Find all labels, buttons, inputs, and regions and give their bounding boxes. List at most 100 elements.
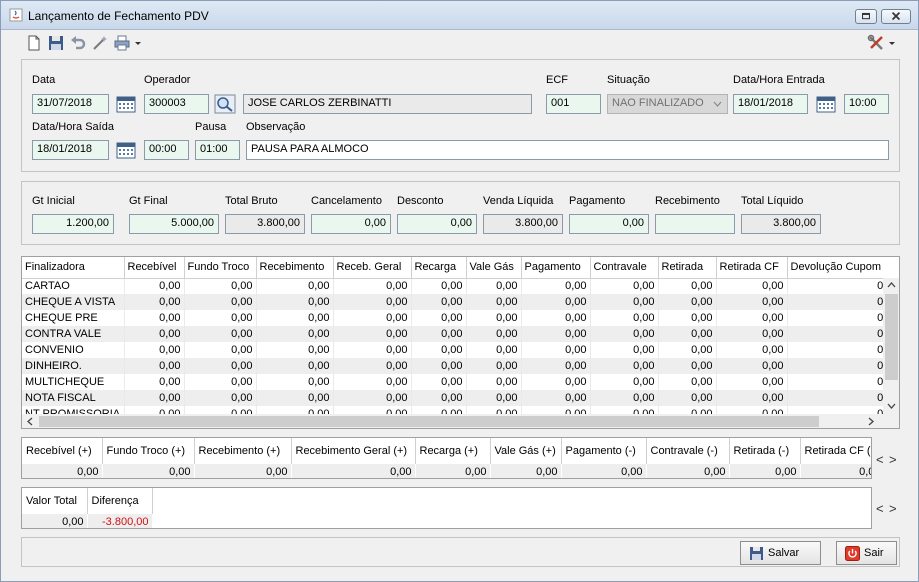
value-cell[interactable]: 0,00 — [466, 390, 522, 406]
value-cell[interactable]: 0,00 — [466, 374, 522, 390]
restore-button[interactable] — [855, 9, 877, 24]
value-cell[interactable]: 0,00 — [590, 310, 659, 326]
finalizadora-cell[interactable]: CHEQUE PRE — [22, 310, 125, 326]
pagamento-field[interactable]: 0,00 — [569, 214, 649, 234]
grid-column-header[interactable]: Fundo Troco — [184, 257, 257, 279]
table-row[interactable]: MULTICHEQUE 0,00 0,00 0,00 0,00 0,00 0,00 0,00 0… — [22, 374, 899, 390]
value-cell[interactable]: 0,00 — [411, 326, 467, 342]
tools-chevron-down-icon[interactable] — [887, 34, 897, 52]
table-row[interactable]: CONVENIO 0,00 0,00 0,00 0,00 0,00 0,00 0,00 0,00… — [22, 342, 899, 358]
chevron-left-icon[interactable] — [27, 417, 33, 426]
value-cell[interactable]: 0,00 — [658, 278, 717, 294]
value-cell[interactable]: 0,00 — [256, 374, 334, 390]
cancelamento-field[interactable]: 0,00 — [311, 214, 391, 234]
value-cell[interactable]: 0,00 — [124, 326, 185, 342]
value-cell[interactable]: 0,00 — [256, 358, 334, 374]
calendar-icon[interactable] — [115, 94, 137, 114]
finalizadora-cell[interactable]: CONVENIO — [22, 342, 125, 358]
close-button[interactable] — [881, 9, 911, 24]
value-cell[interactable]: 0,00 — [184, 374, 257, 390]
value-cell[interactable]: 0,00 — [184, 310, 257, 326]
value-cell[interactable]: 0,00 — [658, 326, 717, 342]
value-cell[interactable]: 0,00 — [411, 342, 467, 358]
value-cell[interactable]: 0,00 — [658, 390, 717, 406]
magic-wand-icon[interactable] — [91, 34, 109, 52]
value-cell[interactable]: 0,00 — [716, 374, 788, 390]
value-cell[interactable]: 0,00 — [521, 342, 591, 358]
result-next-button[interactable]: > — [889, 501, 897, 516]
value-cell[interactable]: 0,00 — [333, 358, 412, 374]
finalizadora-cell[interactable]: MULTICHEQUE — [22, 374, 125, 390]
finalizadora-cell[interactable]: DINHEIRO. — [22, 358, 125, 374]
table-row[interactable]: CHEQUE A VISTA 0,00 0,00 0,00 0,00 0,00 0,00 0,… — [22, 294, 899, 310]
value-cell[interactable]: 0,00 — [256, 294, 334, 310]
value-cell[interactable]: 0,00 — [521, 390, 591, 406]
table-row[interactable]: CONTRA VALE 0,00 0,00 0,00 0,00 0,00 0,00 0,00 0… — [22, 326, 899, 342]
value-cell[interactable]: 0,00 — [521, 374, 591, 390]
print-icon[interactable] — [113, 34, 131, 52]
pausa-field[interactable]: 01:00 — [195, 140, 240, 160]
salvar-button[interactable]: Salvar — [740, 541, 821, 565]
grid-column-header[interactable]: Contravale — [590, 257, 659, 279]
grid-column-header[interactable]: Pagamento — [521, 257, 591, 279]
chevron-down-icon[interactable] — [133, 34, 143, 52]
value-cell[interactable]: 0,00 — [590, 358, 659, 374]
entrada-date-field[interactable]: 18/01/2018 — [733, 94, 808, 114]
value-cell[interactable]: 0,00 — [411, 390, 467, 406]
table-row[interactable]: NOTA FISCAL 0,00 0,00 0,00 0,00 0,00 0,00 0,00 0… — [22, 390, 899, 406]
value-cell[interactable]: 0,00 — [333, 374, 412, 390]
grid-column-header[interactable]: Devolução Cupom — [787, 257, 899, 279]
value-cell[interactable]: 0,00 — [184, 326, 257, 342]
desconto-field[interactable]: 0,00 — [397, 214, 477, 234]
value-cell[interactable]: 0,00 — [256, 390, 334, 406]
chevron-down-icon[interactable] — [887, 403, 896, 409]
value-cell[interactable]: 0,00 — [716, 326, 788, 342]
grid-horizontal-scrollbar[interactable] — [22, 414, 899, 428]
value-cell[interactable]: 0,00 — [521, 358, 591, 374]
horizontal-scroll-thumb[interactable] — [39, 416, 819, 427]
grid-column-header[interactable]: Receb. Geral — [333, 257, 412, 279]
data-field[interactable]: 31/07/2018 — [32, 94, 109, 114]
value-cell[interactable]: 0,00 — [521, 294, 591, 310]
search-icon[interactable] — [214, 94, 236, 114]
table-row[interactable]: CARTAO 0,00 0,00 0,00 0,00 0,00 0,00 0,00 0,00 0,… — [22, 278, 899, 294]
grid-column-header[interactable]: Vale Gás — [466, 257, 522, 279]
value-cell[interactable]: 0,00 — [256, 342, 334, 358]
value-cell[interactable]: 0,00 — [333, 310, 412, 326]
value-cell[interactable]: 0,00 — [411, 294, 467, 310]
chevron-right-icon[interactable] — [868, 417, 874, 426]
value-cell[interactable]: 0,00 — [333, 278, 412, 294]
value-cell[interactable]: 0,00 — [333, 390, 412, 406]
value-cell[interactable]: 0,00 — [658, 374, 717, 390]
value-cell[interactable]: 0,00 — [716, 358, 788, 374]
value-cell[interactable]: 0,00 — [124, 374, 185, 390]
value-cell[interactable]: 0,00 — [658, 294, 717, 310]
value-cell[interactable]: 0,00 — [333, 294, 412, 310]
sair-button[interactable]: Sair — [836, 541, 897, 565]
value-cell[interactable]: 0,00 — [184, 278, 257, 294]
save-icon[interactable] — [47, 34, 65, 52]
value-cell[interactable]: 0,00 — [521, 326, 591, 342]
finalizadora-cell[interactable]: CARTAO — [22, 278, 125, 294]
summary-next-button[interactable]: > — [889, 452, 897, 467]
grid-column-header[interactable]: Recebimento — [256, 257, 334, 279]
value-cell[interactable]: 0,00 — [716, 294, 788, 310]
grid-column-header[interactable]: Finalizadora — [22, 257, 125, 279]
new-document-icon[interactable] — [25, 34, 43, 52]
finalizadora-cell[interactable]: CHEQUE A VISTA — [22, 294, 125, 310]
value-cell[interactable]: 0,00 — [590, 390, 659, 406]
value-cell[interactable]: 0,00 — [466, 326, 522, 342]
finalizadora-cell[interactable]: NOTA FISCAL — [22, 390, 125, 406]
table-row[interactable]: CHEQUE PRE 0,00 0,00 0,00 0,00 0,00 0,00 0,00 0,… — [22, 310, 899, 326]
saida-time-field[interactable]: 00:00 — [144, 140, 189, 160]
value-cell[interactable]: 0,00 — [521, 310, 591, 326]
value-cell[interactable]: 0,00 — [466, 294, 522, 310]
value-cell[interactable]: 0,00 — [124, 390, 185, 406]
value-cell[interactable]: 0,00 — [466, 310, 522, 326]
value-cell[interactable]: 0,00 — [124, 294, 185, 310]
value-cell[interactable]: 0,00 — [466, 342, 522, 358]
gt-final-field[interactable]: 5.000,00 — [129, 214, 219, 234]
value-cell[interactable]: 0,00 — [184, 294, 257, 310]
value-cell[interactable]: 0,00 — [124, 358, 185, 374]
operador-code-field[interactable]: 300003 — [144, 94, 209, 114]
